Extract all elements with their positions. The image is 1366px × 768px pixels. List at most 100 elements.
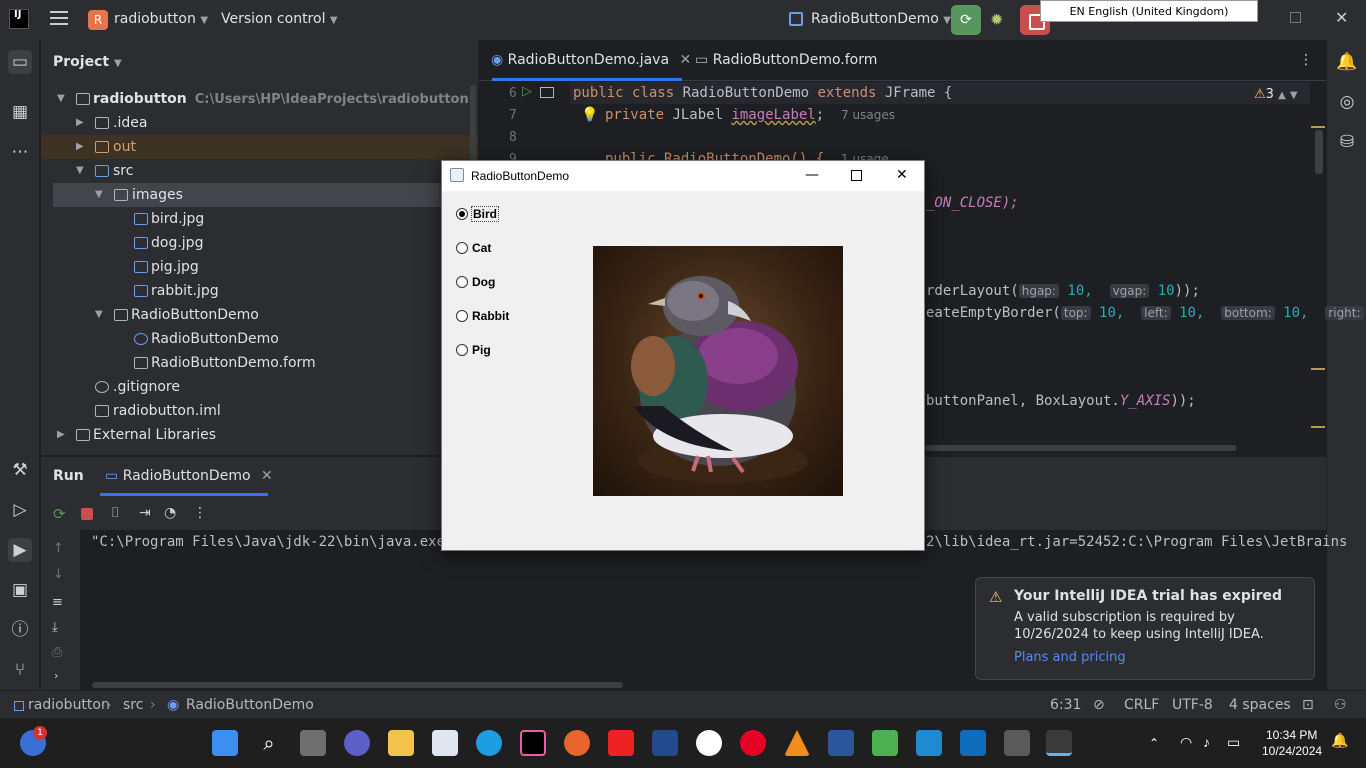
firefox-icon[interactable]	[564, 730, 590, 756]
tree-row-root[interactable]: ▼ radiobutton C:\Users\HP\IdeaProjects\ra…	[41, 87, 478, 111]
tree-row-form[interactable]: RadioButtonDemo.form	[41, 351, 478, 375]
file-encoding[interactable]: UTF-8	[1172, 697, 1213, 713]
build-hammer-icon[interactable]: ⚒	[8, 458, 32, 482]
problems-icon[interactable]: ⓘ	[8, 618, 32, 642]
run-gutter-icon[interactable]: ▷	[522, 84, 532, 99]
main-menu-icon[interactable]	[50, 11, 68, 27]
tab-radiobuttondemo-form[interactable]: ▭ RadioButtonDemo.form	[695, 52, 877, 68]
form-gutter-icon[interactable]	[540, 87, 554, 98]
close-tab-icon[interactable]: ✕	[261, 468, 273, 484]
tree-row-rabbit[interactable]: rabbit.jpg	[41, 279, 478, 303]
snipping-tool-icon[interactable]	[1004, 730, 1030, 756]
console-hscrollbar[interactable]	[92, 682, 623, 688]
windows-start-icon[interactable]	[212, 730, 238, 756]
code-fragment[interactable]: eateEmptyBorder(top: 10, left: 10, botto…	[926, 305, 1366, 321]
terminal-icon[interactable]: ▣	[8, 578, 32, 602]
java-app-taskbar-icon[interactable]	[1046, 730, 1072, 756]
run-config-selector[interactable]: RadioButtonDemo ▼	[811, 11, 951, 27]
vscode-icon[interactable]	[916, 730, 942, 756]
structure-icon[interactable]: ▦	[8, 100, 32, 124]
scroll-to-end-icon[interactable]: ⤓	[52, 620, 58, 635]
version-control-menu[interactable]: Version control ▼	[221, 11, 338, 27]
tree-row-src[interactable]: ▼ src	[41, 159, 478, 183]
breadcrumb-class[interactable]: RadioButtonDemo	[186, 697, 314, 713]
print-icon[interactable]: ⎙	[52, 645, 62, 660]
more-options-icon[interactable]: ⋮	[193, 505, 207, 521]
plans-and-pricing-link[interactable]: Plans and pricing	[1014, 650, 1126, 665]
stop-icon[interactable]	[81, 508, 93, 520]
speedometer-icon[interactable]: ◔	[164, 505, 176, 521]
close-tab-icon[interactable]: ✕	[680, 52, 692, 68]
arrow-up-icon[interactable]: ↑	[53, 541, 64, 556]
code-line-7[interactable]: private JLabel imageLabel; 7 usages	[605, 107, 895, 123]
code-line-6[interactable]: public class RadioButtonDemo extends JFr…	[573, 85, 952, 101]
tree-row-bird[interactable]: bird.jpg	[41, 207, 478, 231]
clock-time[interactable]: 10:34 PM	[1266, 728, 1317, 742]
editor-hscrollbar[interactable]	[925, 445, 1237, 451]
code-fragment[interactable]: buttonPanel, BoxLayout.Y_AXIS));	[926, 393, 1196, 409]
project-folder-icon[interactable]: ▭	[8, 50, 32, 74]
services-icon[interactable]: ▷	[8, 498, 32, 522]
tree-row-iml[interactable]: radiobutton.iml	[41, 399, 478, 423]
wifi-icon[interactable]: ◠	[1180, 734, 1192, 751]
github-icon[interactable]	[696, 730, 722, 756]
indent-setting[interactable]: 4 spaces	[1229, 697, 1291, 713]
more-tools-icon[interactable]: ⋯	[8, 140, 32, 164]
tree-row-idea[interactable]: ▶ .idea	[41, 111, 478, 135]
ai-assistant-icon[interactable]: ◎	[1335, 90, 1359, 114]
lightbulb-icon[interactable]: 💡	[581, 107, 598, 123]
editor-scrollbar[interactable]	[1315, 130, 1323, 174]
vlc-icon[interactable]	[784, 730, 810, 756]
tab-radiobuttondemo-java[interactable]: ◉ RadioButtonDemo.java ✕	[491, 52, 691, 68]
run-tool-icon[interactable]: ▶	[8, 538, 32, 562]
warnings-indicator[interactable]: ⚠3 ▲ ▼	[1254, 87, 1298, 102]
close-icon[interactable]: ✕	[896, 167, 908, 183]
battery-icon[interactable]: ▭	[1227, 734, 1240, 751]
project-selector[interactable]: radiobutton ▼	[114, 11, 208, 27]
breadcrumb-project[interactable]: radiobutton	[28, 697, 110, 713]
word-icon[interactable]	[828, 730, 854, 756]
youtube-icon[interactable]	[608, 730, 634, 756]
tree-row-class[interactable]: RadioButtonDemo	[41, 327, 478, 351]
tree-row-out[interactable]: ▶ out	[41, 135, 478, 159]
run-tab[interactable]: ▭ RadioButtonDemo ✕	[105, 468, 273, 484]
tab-options-icon[interactable]: ⋮	[1299, 52, 1313, 68]
debug-icon[interactable]: ✹	[990, 10, 1003, 29]
soft-wrap-icon[interactable]: ≡	[52, 595, 63, 610]
rerun-button[interactable]: ⟳	[951, 5, 981, 35]
ai-status-icon[interactable]: ⊘	[1093, 697, 1105, 713]
restore-window-icon[interactable]	[1290, 12, 1301, 23]
chevron-right-icon[interactable]: ›	[54, 669, 58, 682]
camera-icon[interactable]: ⌷	[111, 505, 119, 521]
lock-icon[interactable]: ⊡	[1302, 697, 1314, 713]
search-icon[interactable]: ⌕	[256, 730, 282, 756]
radio-pig[interactable]: Pig	[456, 341, 516, 359]
radio-bird[interactable]: Bird	[456, 205, 516, 223]
microsoft-store-icon[interactable]	[432, 730, 458, 756]
tree-row-external-libs[interactable]: ▶ External Libraries	[41, 423, 478, 447]
file-explorer-icon[interactable]	[388, 730, 414, 756]
code-fragment[interactable]: _ON_CLOSE);	[926, 195, 1019, 211]
chevron-up-icon[interactable]: ⌃	[1149, 736, 1159, 750]
tree-row-pig[interactable]: pig.jpg	[41, 255, 478, 279]
intellij-taskbar-icon[interactable]	[520, 730, 546, 756]
pinterest-icon[interactable]	[740, 730, 766, 756]
rerun-icon[interactable]: ⟳	[53, 505, 66, 523]
meet-icon[interactable]	[344, 730, 370, 756]
caret-position[interactable]: 6:31	[1050, 697, 1081, 713]
minimize-icon[interactable]: —	[805, 167, 819, 183]
clock-date[interactable]: 10/24/2024	[1262, 744, 1322, 758]
edge-browser-icon[interactable]	[476, 730, 502, 756]
notifications-bell-icon[interactable]: 🔔	[1335, 50, 1359, 74]
volume-icon[interactable]: ♪	[1203, 734, 1210, 750]
outlook-icon[interactable]	[960, 730, 986, 756]
tree-row-form-group[interactable]: ▼ RadioButtonDemo	[41, 303, 478, 327]
chevron-up-icon[interactable]: ▲	[1278, 90, 1286, 101]
git-status-icon[interactable]: ⚇	[1334, 697, 1347, 713]
project-panel-title[interactable]: Project ▼	[53, 54, 122, 70]
radio-dog[interactable]: Dog	[456, 273, 516, 291]
radio-cat[interactable]: Cat	[456, 239, 516, 257]
tree-row-gitignore[interactable]: .gitignore	[41, 375, 478, 399]
arrow-down-icon[interactable]: ↓	[53, 567, 64, 582]
tree-row-images[interactable]: ▼ images	[53, 183, 478, 207]
